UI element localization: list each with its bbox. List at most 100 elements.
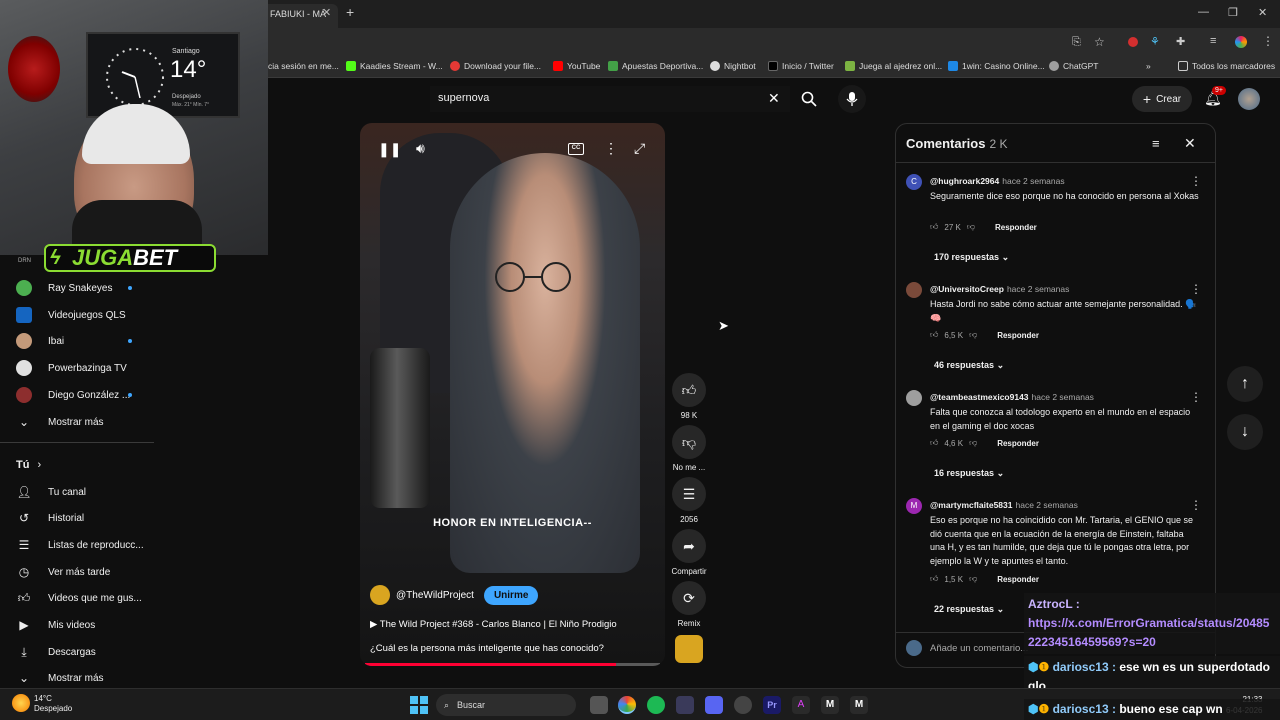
replies-toggle[interactable]: 22 respuestas ⌄ <box>934 604 1004 615</box>
discord-icon[interactable] <box>705 696 723 714</box>
bookmarks-overflow-icon[interactable]: » <box>1146 61 1151 71</box>
like-button[interactable]: 👍︎ 98 K <box>670 373 708 420</box>
join-button[interactable]: Unirme <box>483 585 539 605</box>
comment-more-icon[interactable]: ⋮ <box>1190 282 1202 296</box>
bookmark-item[interactable]: Inicio / Twitter <box>768 61 834 71</box>
search-icon[interactable] <box>796 86 822 112</box>
comment-more-icon[interactable]: ⋮ <box>1190 498 1202 512</box>
search-input[interactable]: supernova <box>430 86 790 112</box>
app-m-icon[interactable]: M <box>850 696 868 714</box>
sidebar-item-playlists[interactable]: ☰ Listas de reproducc... <box>16 532 144 558</box>
windows-start-icon[interactable] <box>410 696 428 714</box>
spotify-icon[interactable] <box>647 696 665 714</box>
comment-avatar[interactable] <box>906 390 922 406</box>
sidebar-item-history[interactable]: ↺ Historial <box>16 505 84 531</box>
sound-thumbnail[interactable] <box>675 635 703 663</box>
sidebar-sub-5[interactable]: Diego González ... <box>16 382 136 408</box>
reply-button[interactable]: Responder <box>997 575 1039 584</box>
microphone-icon[interactable] <box>838 85 866 113</box>
chrome-icon[interactable] <box>618 696 636 714</box>
bookmark-item[interactable]: YouTube <box>553 61 600 71</box>
sidebar-you-header[interactable]: Tú › <box>16 452 41 478</box>
taskbar-weather[interactable]: 14°C Despejado <box>34 694 72 714</box>
comment-author[interactable]: @martymcflaite5831 hace 2 semanas <box>930 500 1078 510</box>
obs-icon[interactable] <box>734 696 752 714</box>
minimize-icon[interactable]: — <box>1198 6 1209 18</box>
profile-avatar[interactable] <box>1235 36 1247 48</box>
bookmark-item[interactable]: Nightbot <box>710 61 756 71</box>
sidebar-item-liked-videos[interactable]: 👍︎ Videos que me gus... <box>16 585 142 611</box>
comment-author[interactable]: @teambeastmexico9143 hace 2 semanas <box>930 392 1094 402</box>
thumbs-up-icon[interactable]: 👍︎ <box>930 330 938 340</box>
next-short-button[interactable]: ↓ <box>1227 414 1263 450</box>
thumbs-down-icon[interactable]: 👎︎ <box>969 574 977 584</box>
premiere-icon[interactable]: Pr <box>763 696 781 714</box>
bookmark-item[interactable]: 1win: Casino Online... <box>948 61 1045 71</box>
sidebar-show-more-subs[interactable]: ⌄ Mostrar más <box>16 409 104 435</box>
extensions-puzzle-icon[interactable]: ✚ <box>1176 35 1185 48</box>
app-a-icon[interactable]: A <box>792 696 810 714</box>
video-progress-bar[interactable] <box>365 663 660 666</box>
comment-avatar[interactable]: M <box>906 498 922 514</box>
account-avatar[interactable] <box>1238 88 1260 110</box>
thumbs-up-icon[interactable]: 👍︎ <box>930 574 938 584</box>
replies-toggle[interactable]: 170 respuestas ⌄ <box>934 252 1009 263</box>
clear-search-icon[interactable]: ✕ <box>768 90 780 107</box>
new-tab-icon[interactable]: + <box>346 4 354 20</box>
close-window-icon[interactable]: ✕ <box>1258 6 1267 19</box>
thumbs-down-icon[interactable]: 👎︎ <box>967 222 975 232</box>
weather-sun-icon[interactable] <box>12 694 30 712</box>
comment-author[interactable]: @hughroark2964 hace 2 semanas <box>930 176 1065 186</box>
bookmark-item[interactable]: ChatGPT <box>1049 61 1098 71</box>
create-button[interactable]: + Crear <box>1132 86 1192 112</box>
bookmark-star-icon[interactable]: ☆ <box>1094 35 1105 49</box>
replies-toggle[interactable]: 46 respuestas ⌄ <box>934 360 1004 371</box>
replies-toggle[interactable]: 16 respuestas ⌄ <box>934 468 1004 479</box>
maximize-icon[interactable]: ❐ <box>1228 6 1238 19</box>
sidebar-sub-4[interactable]: Powerbazinga TV <box>16 355 136 381</box>
sidebar-sub-1[interactable]: Ray Snakeyes <box>16 275 136 301</box>
bookmark-folder[interactable]: Todos los marcadores <box>1178 61 1275 71</box>
reply-button[interactable]: Responder <box>995 223 1037 232</box>
share-button[interactable]: ➦ Compartir <box>670 529 708 576</box>
reply-button[interactable]: Responder <box>997 331 1039 340</box>
chat-link[interactable]: https://x.com/ErrorGramatica/status/2048… <box>1028 616 1269 649</box>
extension-icon[interactable] <box>1128 37 1138 47</box>
bookmark-item[interactable]: cia sesión en me... <box>268 61 339 71</box>
bookmark-item[interactable]: Juega al ajedrez onl... <box>845 61 942 71</box>
pause-icon[interactable]: ❚❚ <box>378 141 401 158</box>
more-options-icon[interactable]: ⋮ <box>604 140 618 157</box>
bookmark-item[interactable]: Download your file... <box>450 61 541 71</box>
app-m-icon[interactable]: M <box>821 696 839 714</box>
app-icon[interactable] <box>676 696 694 714</box>
comment-more-icon[interactable]: ⋮ <box>1190 390 1202 404</box>
thumbs-up-icon[interactable]: 👍︎ <box>930 438 938 448</box>
comment-avatar[interactable] <box>906 282 922 298</box>
channel-avatar[interactable] <box>370 585 390 605</box>
sidebar-item-my-videos[interactable]: ▶ Mis videos <box>16 612 95 638</box>
extension-icon[interactable]: ⚘ <box>1150 35 1160 48</box>
sidebar-item-your-channel[interactable]: 👤︎ Tu canal <box>16 479 86 505</box>
video-related-link[interactable]: ▶ The Wild Project #368 - Carlos Blanco … <box>370 619 617 630</box>
fullscreen-icon[interactable]: ⤢ <box>634 140 645 157</box>
thumbs-down-icon[interactable]: 👎︎ <box>969 438 977 448</box>
sidebar-item-watch-later[interactable]: ◷ Ver más tarde <box>16 559 111 585</box>
sort-icon[interactable]: ≡ <box>1152 136 1160 151</box>
add-comment-field[interactable]: Añade un comentario... <box>906 640 1028 656</box>
bookmark-item[interactable]: Kaadies Stream - W... <box>346 61 443 71</box>
sidebar-item-downloads[interactable]: ⤓ Descargas <box>16 639 95 665</box>
thumbs-up-icon[interactable]: 👍︎ <box>930 222 938 232</box>
volume-icon[interactable]: 🔊︎ <box>416 140 425 157</box>
short-video-player[interactable]: ❚❚ 🔊︎ CC ⋮ ⤢ HONOR EN INTELIGENCIA-- @Th… <box>360 123 665 666</box>
remix-button[interactable]: ⟳ Remix <box>670 581 708 628</box>
comment-avatar[interactable]: C <box>906 174 922 190</box>
thumbs-down-icon[interactable]: 👎︎ <box>969 330 977 340</box>
sidebar-sub-2[interactable]: Videojuegos QLS <box>16 302 136 328</box>
taskbar-search[interactable]: ⌕ Buscar <box>436 694 576 716</box>
task-view-icon[interactable] <box>590 696 608 714</box>
bookmark-item[interactable]: Apuestas Deportiva... <box>608 61 703 71</box>
cast-icon[interactable]: ⎘ <box>1072 36 1081 49</box>
captions-icon[interactable]: CC <box>568 143 584 155</box>
channel-name[interactable]: @TheWildProject <box>396 590 474 601</box>
sidebar-sub-3[interactable]: Ibai <box>16 328 136 354</box>
